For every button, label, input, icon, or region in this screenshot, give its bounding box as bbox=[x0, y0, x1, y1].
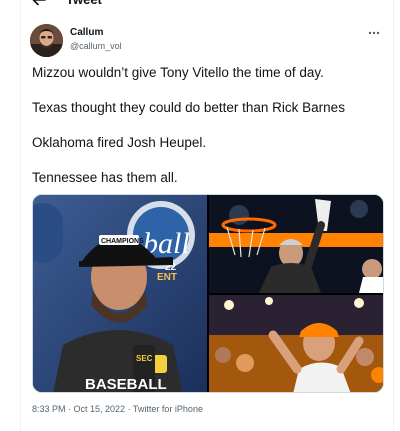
meta-separator: · bbox=[65, 404, 74, 414]
more-button[interactable] bbox=[366, 26, 382, 38]
photo-net-cutting[interactable] bbox=[209, 195, 383, 293]
tweet-meta: 8:33 PM · Oct 15, 2022 · Twitter for iPh… bbox=[32, 404, 203, 414]
photo-celebration-image bbox=[209, 295, 383, 392]
tweet-text-line: Mizzou wouldn’t give Tony Vitello the ti… bbox=[32, 65, 324, 80]
back-button[interactable] bbox=[28, 0, 50, 10]
display-name[interactable]: Callum bbox=[70, 27, 103, 39]
user-handle[interactable]: @callum_vol bbox=[70, 40, 122, 52]
backdrop-sub2-text: ENT bbox=[157, 272, 177, 283]
page-title: Tweet bbox=[66, 0, 102, 8]
tweet-text-line: Tennessee has them all. bbox=[32, 170, 178, 185]
photo-press-conference[interactable]: ball 22 ENT CHAMPIONS SEC BASEBALL bbox=[33, 195, 207, 393]
photo-net-cutting-image bbox=[209, 195, 383, 293]
arrow-left-icon bbox=[32, 0, 46, 6]
avatar-image bbox=[30, 24, 63, 57]
tweet-text-line: Oklahoma fired Josh Heupel. bbox=[32, 135, 207, 150]
avatar[interactable] bbox=[30, 24, 63, 57]
tweet-time[interactable]: 8:33 PM bbox=[32, 404, 66, 414]
column-left-border bbox=[20, 0, 21, 431]
more-horizontal-icon bbox=[368, 31, 380, 35]
photo-celebration[interactable] bbox=[209, 295, 383, 392]
meta-separator: · bbox=[125, 404, 133, 414]
media-grid: ball 22 ENT CHAMPIONS SEC BASEBALL bbox=[32, 194, 384, 393]
mic-text: SEC bbox=[136, 354, 153, 363]
tweet-date[interactable]: Oct 15, 2022 bbox=[74, 404, 126, 414]
tweet-header: Callum @callum_vol bbox=[30, 24, 385, 58]
photo-press-conference-image: ball 22 ENT CHAMPIONS SEC BASEBALL bbox=[33, 195, 207, 393]
cap-text: CHAMPIONS bbox=[101, 238, 144, 245]
top-bar: Tweet bbox=[0, 0, 400, 14]
tweet-source[interactable]: Twitter for iPhone bbox=[133, 404, 203, 414]
tweet-text-line: Texas thought they could do better than … bbox=[32, 100, 345, 115]
column-right-border bbox=[393, 0, 394, 431]
shirt-text: BASEBALL bbox=[85, 376, 167, 393]
